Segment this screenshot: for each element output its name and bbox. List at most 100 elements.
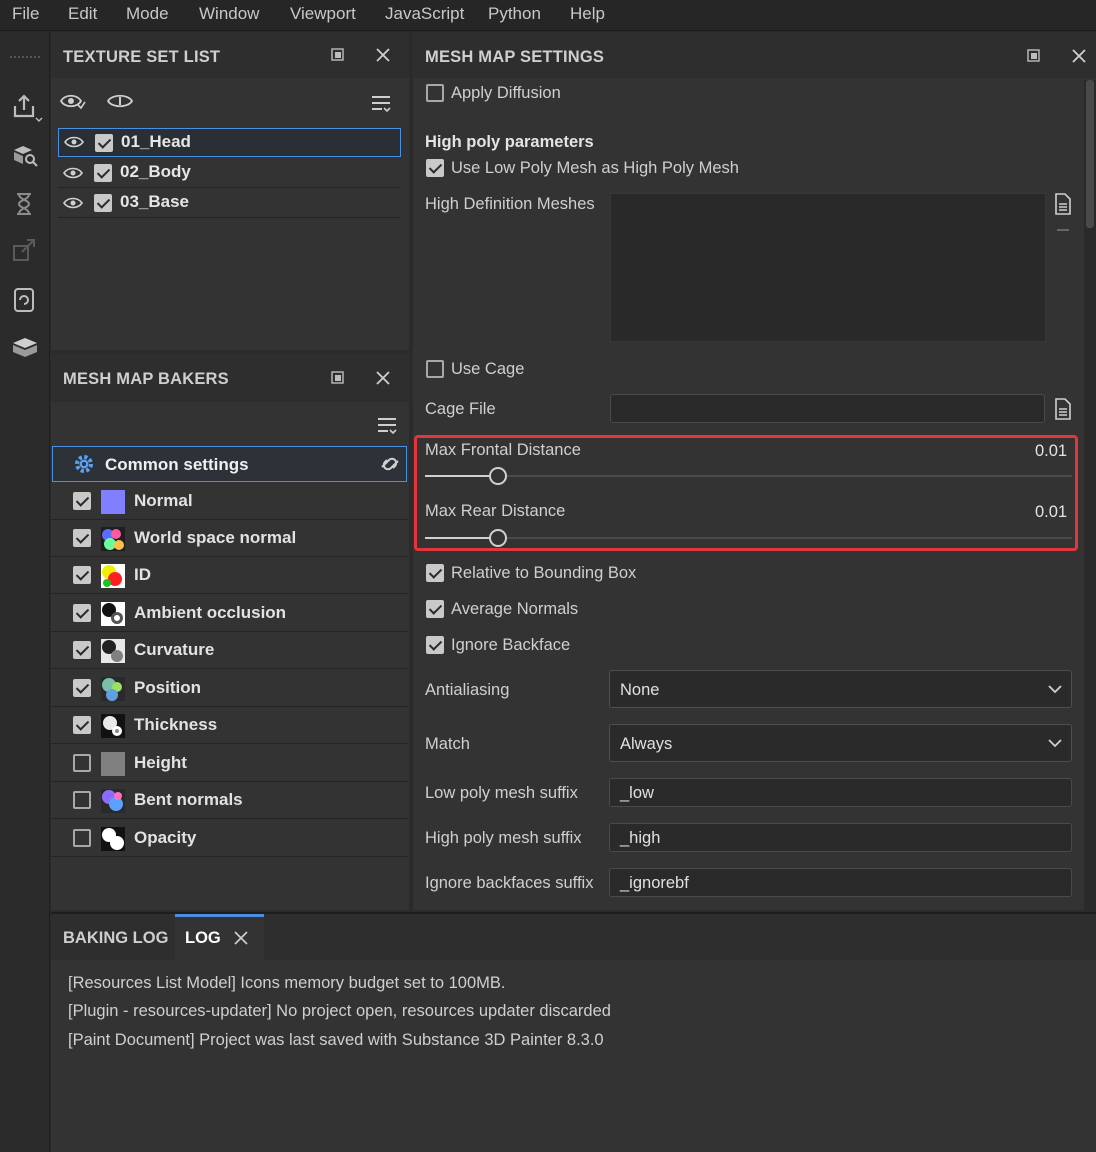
baker-checkbox[interactable] (73, 754, 91, 772)
cage-file-field[interactable] (610, 394, 1045, 423)
baker-checkbox[interactable] (73, 829, 91, 847)
max-rear-slider[interactable] (425, 529, 1072, 547)
max-frontal-slider[interactable] (425, 467, 1072, 485)
menu-viewport[interactable]: Viewport (290, 4, 356, 24)
ignore-backface-checkbox[interactable] (426, 636, 444, 654)
solo-view-icon[interactable] (107, 91, 133, 111)
max-frontal-label: Max Frontal Distance (425, 441, 581, 459)
texture-set-checkbox[interactable] (94, 194, 112, 212)
relative-bbox-checkbox[interactable] (426, 564, 444, 582)
baker-row-normal[interactable]: Normal (51, 483, 408, 520)
average-normals-checkbox[interactable] (426, 600, 444, 618)
undock-icon[interactable] (331, 48, 349, 66)
baker-label: World space normal (134, 528, 297, 547)
texture-set-row[interactable]: 01_Head (58, 128, 401, 157)
baker-row-curvature[interactable]: Curvature (51, 632, 408, 669)
mesh-bake-icon[interactable] (11, 142, 38, 168)
list-menu-icon[interactable] (370, 93, 392, 113)
undock-icon[interactable] (331, 371, 349, 389)
slider-handle[interactable] (489, 467, 507, 485)
log-line: [Resources List Model] Icons memory budg… (68, 974, 506, 992)
baker-row-thickness[interactable]: Thickness (51, 707, 408, 744)
slider-handle[interactable] (489, 529, 507, 547)
texture-set-row[interactable]: 03_Base (58, 189, 401, 218)
normal-swatch-icon (101, 490, 125, 514)
menu-mode[interactable]: Mode (126, 4, 169, 24)
link-icon[interactable] (378, 453, 402, 475)
scrollbar-thumb[interactable] (1086, 80, 1094, 228)
tab-baking-log[interactable]: BAKING LOG (51, 914, 174, 960)
close-icon[interactable] (375, 47, 393, 65)
box-icon[interactable] (11, 334, 37, 360)
baker-checkbox[interactable] (73, 641, 91, 659)
texture-set-checkbox[interactable] (94, 164, 112, 182)
high-def-meshes-list[interactable] (610, 193, 1046, 342)
average-normals-label: Average Normals (451, 600, 579, 618)
baker-row-opacity[interactable]: Opacity (51, 820, 408, 857)
scrollbar-track[interactable] (1084, 80, 1096, 910)
baker-checkbox[interactable] (73, 529, 91, 547)
close-icon[interactable] (375, 370, 393, 388)
baker-row-bent-normals[interactable]: Bent normals (51, 782, 408, 819)
tab-label: BAKING LOG (63, 929, 169, 947)
match-dropdown[interactable]: Always (609, 724, 1072, 762)
baker-checkbox[interactable] (73, 604, 91, 622)
use-cage-checkbox[interactable] (426, 360, 444, 378)
close-icon[interactable] (1071, 48, 1089, 66)
eye-icon[interactable] (63, 196, 83, 210)
baker-checkbox[interactable] (73, 791, 91, 809)
menu-window[interactable]: Window (199, 4, 259, 24)
high-suffix-field[interactable]: _high (609, 823, 1072, 852)
texture-set-row[interactable]: 02_Body (58, 159, 401, 188)
transform-icon[interactable] (11, 238, 37, 264)
apply-diffusion-checkbox[interactable] (426, 84, 444, 102)
low-suffix-field[interactable]: _low (609, 778, 1072, 807)
field-value: _high (620, 829, 661, 847)
high-def-meshes-label: High Definition Meshes (425, 195, 595, 213)
ignore-backface-label: Ignore Backface (451, 636, 571, 654)
menu-help[interactable]: Help (570, 4, 605, 24)
slider-fill (425, 537, 498, 539)
chevron-down-icon (1048, 684, 1062, 694)
baker-label: Thickness (134, 715, 218, 734)
texture-set-checkbox[interactable] (95, 134, 113, 152)
eye-icon[interactable] (64, 135, 84, 149)
tab-log[interactable]: LOG (175, 914, 264, 960)
baker-row-ambient-occlusion[interactable]: Ambient occlusion (51, 595, 408, 632)
toolbar-grip[interactable] (10, 56, 40, 60)
thickness-swatch-icon (101, 714, 125, 738)
baker-row-id[interactable]: ID (51, 557, 408, 594)
undock-icon[interactable] (1027, 49, 1045, 67)
refresh-icon[interactable] (11, 286, 37, 312)
export-icon[interactable] (11, 92, 43, 122)
baker-row-height[interactable]: Height (51, 745, 408, 782)
baker-checkbox[interactable] (73, 492, 91, 510)
file-icon[interactable] (1053, 193, 1073, 215)
menu-javascript[interactable]: JavaScript (385, 4, 464, 24)
common-settings-label: Common settings (105, 455, 249, 474)
baker-checkbox[interactable] (73, 566, 91, 584)
baker-row-world-space-normal[interactable]: World space normal (51, 520, 408, 557)
slider-fill (425, 475, 498, 477)
baker-checkbox[interactable] (73, 716, 91, 734)
baker-checkbox[interactable] (73, 679, 91, 697)
menu-edit[interactable]: Edit (68, 4, 97, 24)
file-icon[interactable] (1053, 398, 1073, 420)
menu-file[interactable]: File (12, 4, 39, 24)
ignore-suffix-field[interactable]: _ignorebf (609, 868, 1072, 897)
common-settings-row[interactable]: Common settings (52, 446, 407, 482)
remove-icon[interactable] (1057, 229, 1069, 231)
baker-row-position[interactable]: Position (51, 670, 408, 707)
bakers-menu-icon[interactable] (376, 415, 398, 437)
field-value: _ignorebf (620, 874, 689, 892)
use-low-as-high-checkbox[interactable] (426, 159, 444, 177)
antialiasing-dropdown[interactable]: None (609, 670, 1072, 708)
close-icon[interactable] (234, 931, 248, 945)
bent-normals-swatch-icon (101, 789, 125, 813)
visibility-toggle-icon[interactable] (60, 91, 86, 111)
low-suffix-label: Low poly mesh suffix (425, 784, 578, 802)
max-rear-value: 0.01 (1035, 503, 1068, 521)
eye-icon[interactable] (63, 166, 83, 180)
hourglass-icon[interactable] (11, 190, 37, 216)
menu-python[interactable]: Python (488, 4, 541, 24)
